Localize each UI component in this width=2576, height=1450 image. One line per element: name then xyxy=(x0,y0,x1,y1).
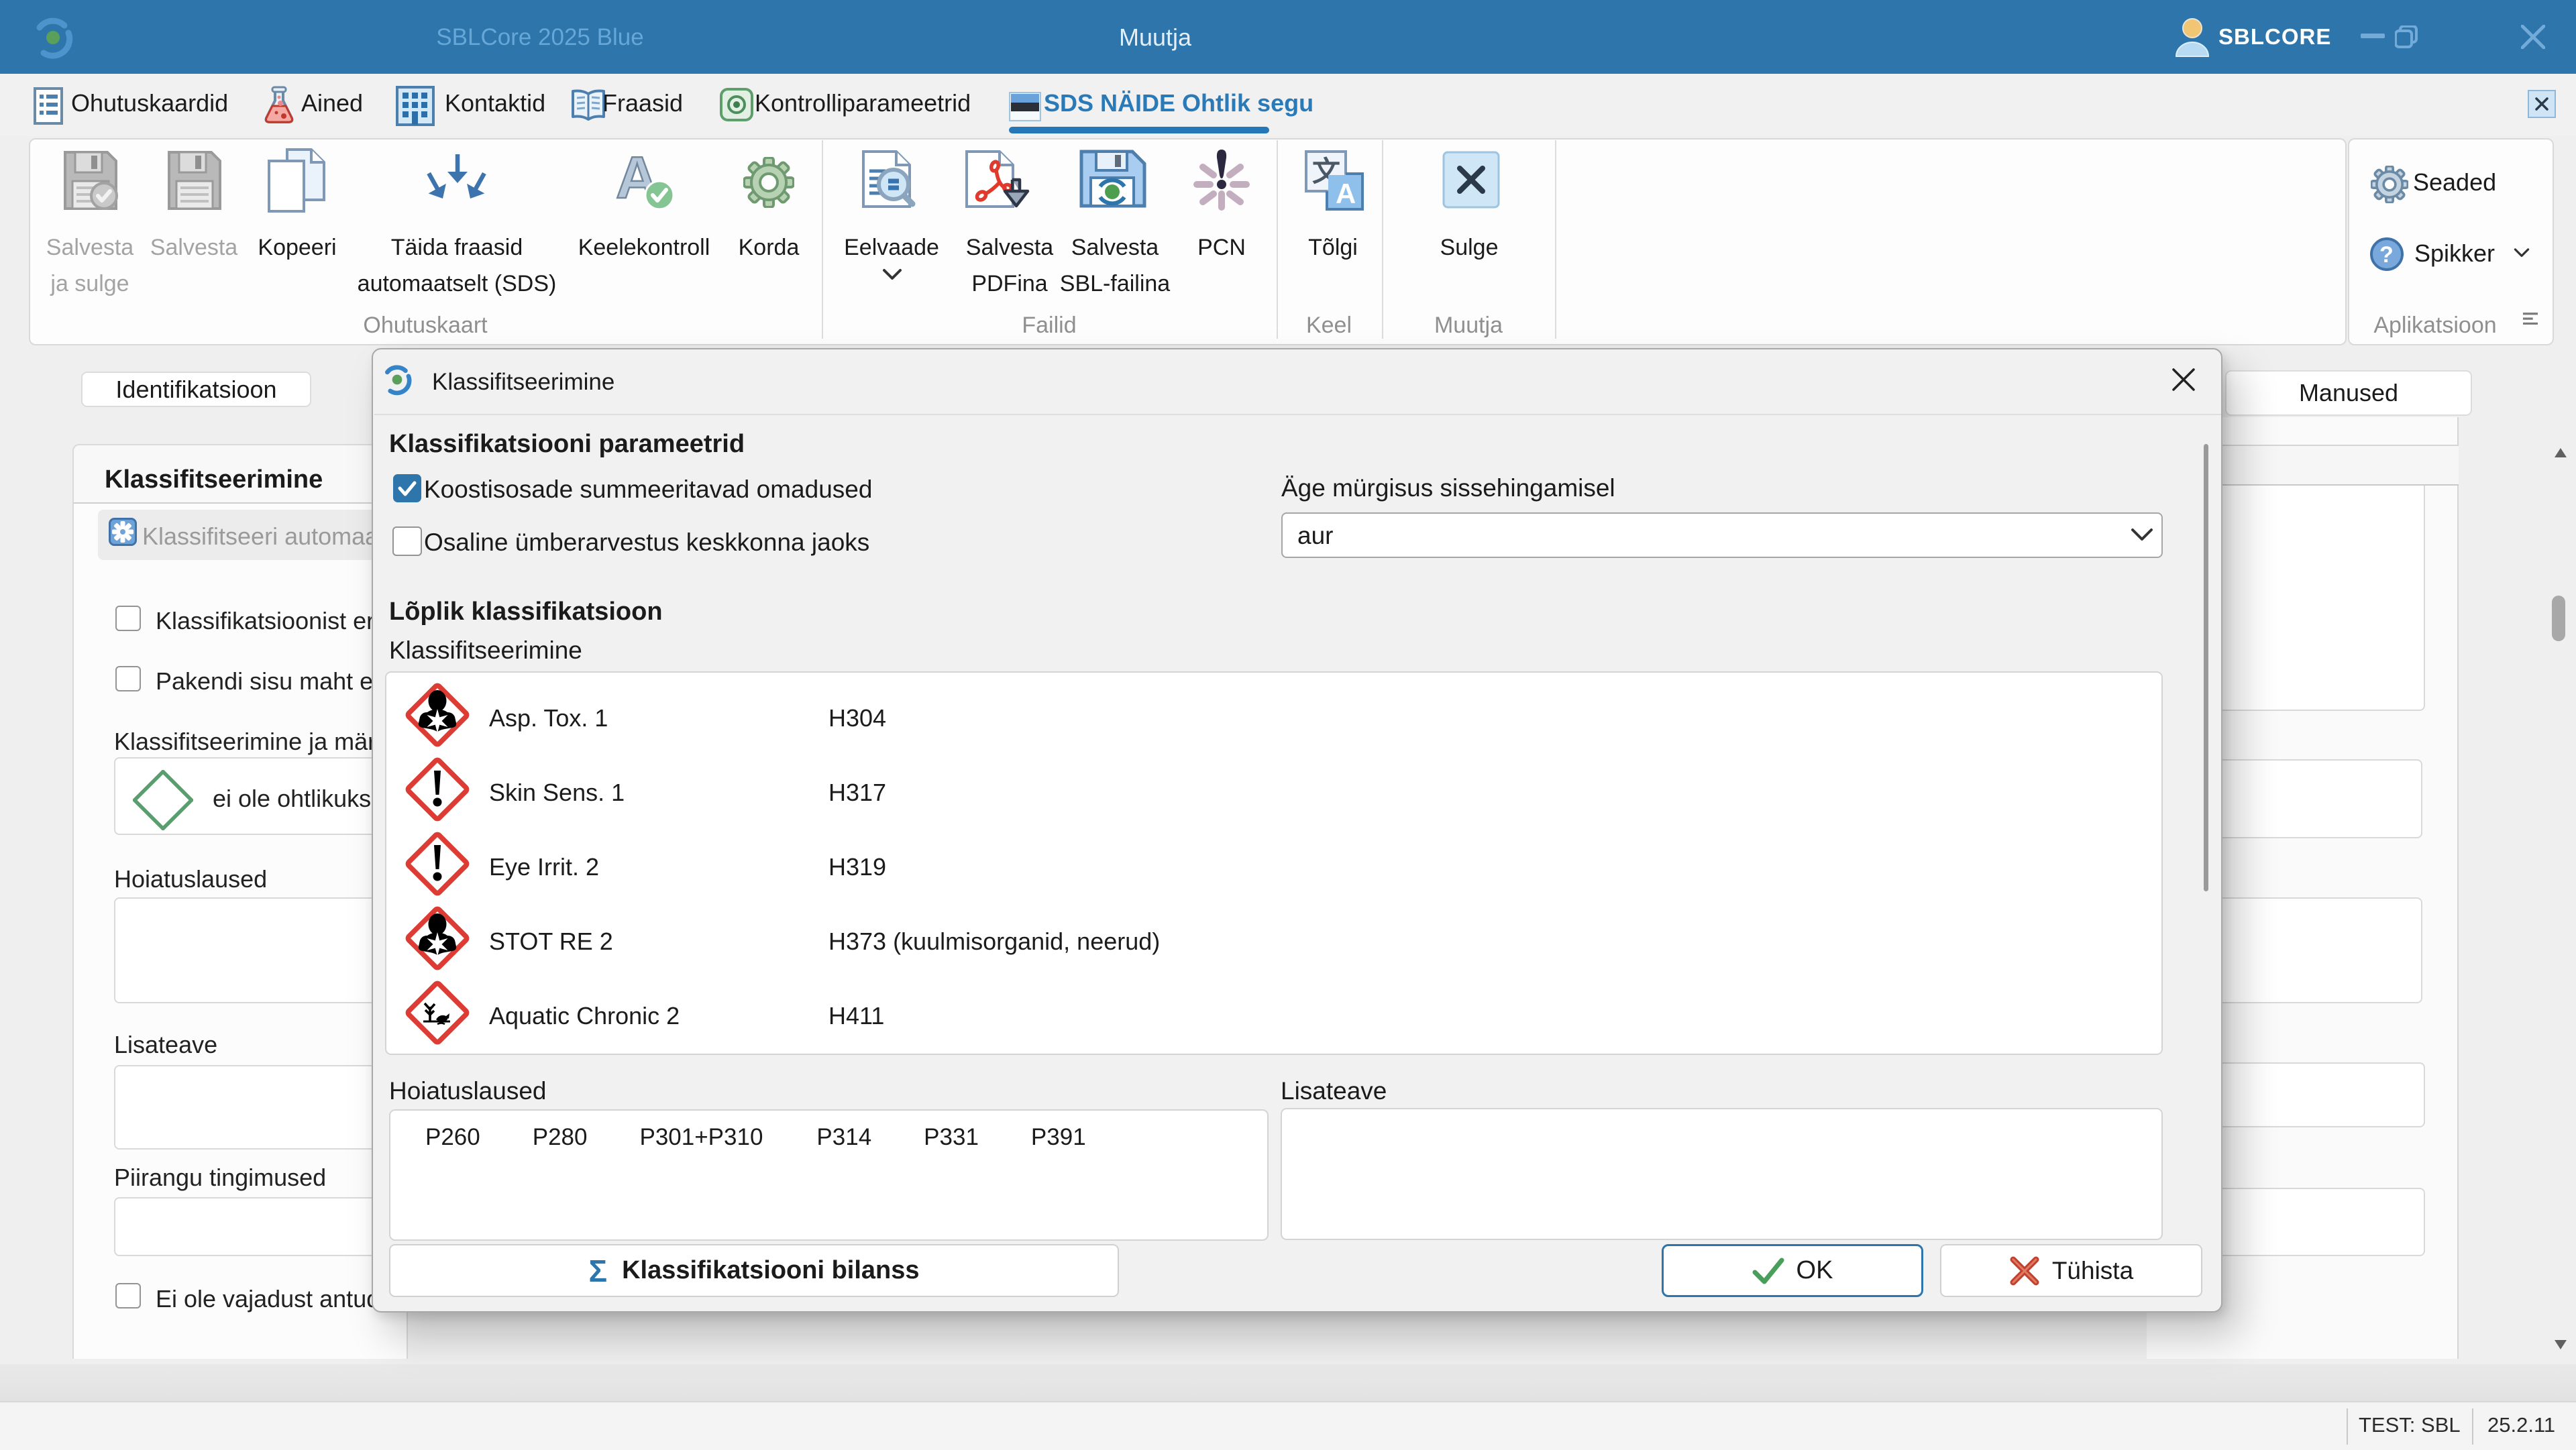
svg-text:A: A xyxy=(1336,178,1356,209)
svg-text:?: ? xyxy=(2379,242,2394,268)
